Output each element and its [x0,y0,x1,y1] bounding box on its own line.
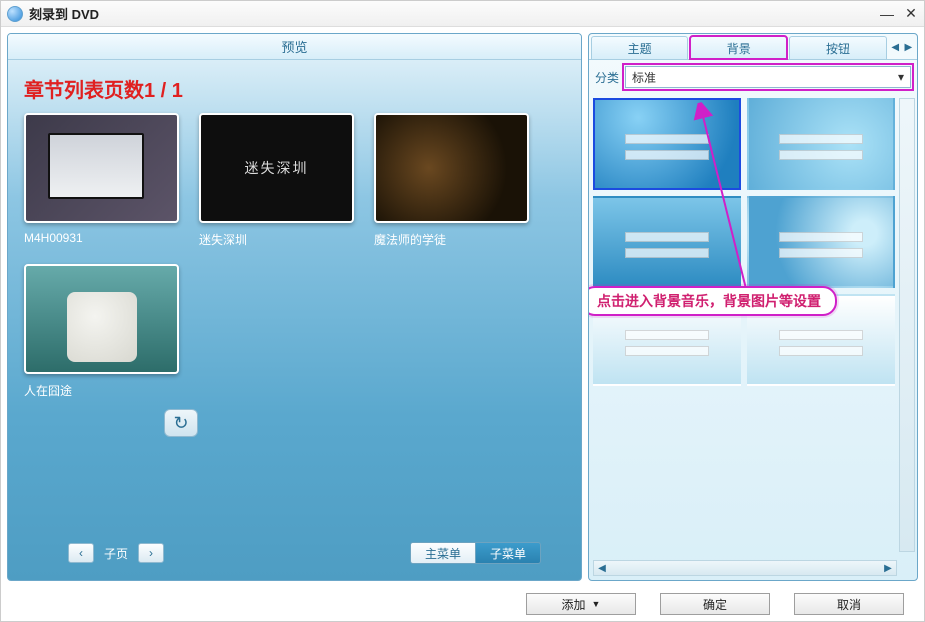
template-panel: 主题 背景 按钮 ◀ ▶ 分类 标准 ▾ [588,33,918,581]
chapter-thumbnail [24,113,179,223]
chapter-thumbnail [374,113,529,223]
preview-header: 预览 [8,34,581,60]
vertical-scrollbar[interactable] [899,98,915,552]
chevron-down-icon: ▾ [898,70,904,84]
chapter-thumbnail [24,264,179,374]
chapter-item[interactable]: 人在囧途 [24,264,179,399]
tab-theme[interactable]: 主题 [591,36,688,59]
chapter-caption: 魔法师的学徒 [374,231,529,248]
chapter-caption: 人在囧途 [24,382,179,399]
sub-menu-tab[interactable]: 子菜单 [476,542,541,564]
redo-icon: ↻ [173,413,188,434]
app-icon [7,6,23,22]
tab-button[interactable]: 按钮 [789,36,886,59]
horizontal-scrollbar[interactable]: ◀ ▶ [593,560,897,576]
template-item[interactable] [747,196,895,288]
chapter-item[interactable]: M4H00931 [24,113,179,248]
category-row: 分类 标准 ▾ [589,60,917,94]
chapter-caption: M4H00931 [24,231,179,245]
cancel-button[interactable]: 取消 [794,593,904,615]
chapter-caption: 迷失深圳 [199,231,354,248]
chevron-left-icon: ‹ [79,546,83,560]
app-window: 刻录到 DVD — ✕ 预览 章节列表页数1 / 1 M4H00931 迷失深圳 [0,0,925,622]
minimize-button[interactable]: — [880,7,894,21]
pager-label: 子页 [104,545,128,562]
main-menu-tab[interactable]: 主菜单 [410,542,476,564]
tabs-scroll-right[interactable]: ▶ [902,36,915,59]
scroll-right-icon: ▶ [880,561,896,575]
preview-footer: ‹ 子页 › 主菜单 子菜单 [8,532,581,580]
template-item[interactable] [593,196,741,288]
menu-toggle: 主菜单 子菜单 [410,542,541,564]
category-select[interactable]: 标准 ▾ [625,66,911,88]
window-title: 刻录到 DVD [29,4,99,23]
category-label: 分类 [595,69,619,86]
window-controls: — ✕ [880,7,918,21]
template-item[interactable] [747,98,895,190]
redo-button[interactable]: ↻ [164,409,198,437]
chapter-item[interactable]: 迷失深圳 迷失深圳 [199,113,354,248]
template-item[interactable] [593,98,741,190]
title-bar: 刻录到 DVD — ✕ [1,1,924,27]
tab-background[interactable]: 背景 [690,36,787,59]
annotation-callout: 点击进入背景音乐，背景图片等设置 [589,286,837,316]
chapter-title: 章节列表页数1 / 1 [24,74,565,103]
subpage-pager: ‹ 子页 › [68,543,164,563]
tabs-scroll-left[interactable]: ◀ [889,36,902,59]
preview-panel: 预览 章节列表页数1 / 1 M4H00931 迷失深圳 迷失深圳 魔法师的学徒 [7,33,582,581]
action-buttons: 添加 ▼ 确定 取消 [1,587,924,621]
preview-content: 章节列表页数1 / 1 M4H00931 迷失深圳 迷失深圳 魔法师的学徒 [8,60,581,532]
chapter-item[interactable]: 魔法师的学徒 [374,113,529,248]
add-button[interactable]: 添加 ▼ [526,593,636,615]
pager-prev-button[interactable]: ‹ [68,543,94,563]
scroll-left-icon: ◀ [594,561,610,575]
template-list: 点击进入背景音乐，背景图片等设置 ◀ ▶ [589,94,917,580]
chapter-thumbnails: M4H00931 迷失深圳 迷失深圳 魔法师的学徒 人在囧途 [24,113,565,399]
close-button[interactable]: ✕ [904,7,918,21]
ok-button[interactable]: 确定 [660,593,770,615]
template-tabs: 主题 背景 按钮 ◀ ▶ [589,34,917,60]
body-area: 预览 章节列表页数1 / 1 M4H00931 迷失深圳 迷失深圳 魔法师的学徒 [1,27,924,587]
category-value: 标准 [632,69,656,86]
chevron-right-icon: › [149,546,153,560]
pager-next-button[interactable]: › [138,543,164,563]
chapter-thumbnail: 迷失深圳 [199,113,354,223]
chevron-down-icon: ▼ [592,599,601,609]
